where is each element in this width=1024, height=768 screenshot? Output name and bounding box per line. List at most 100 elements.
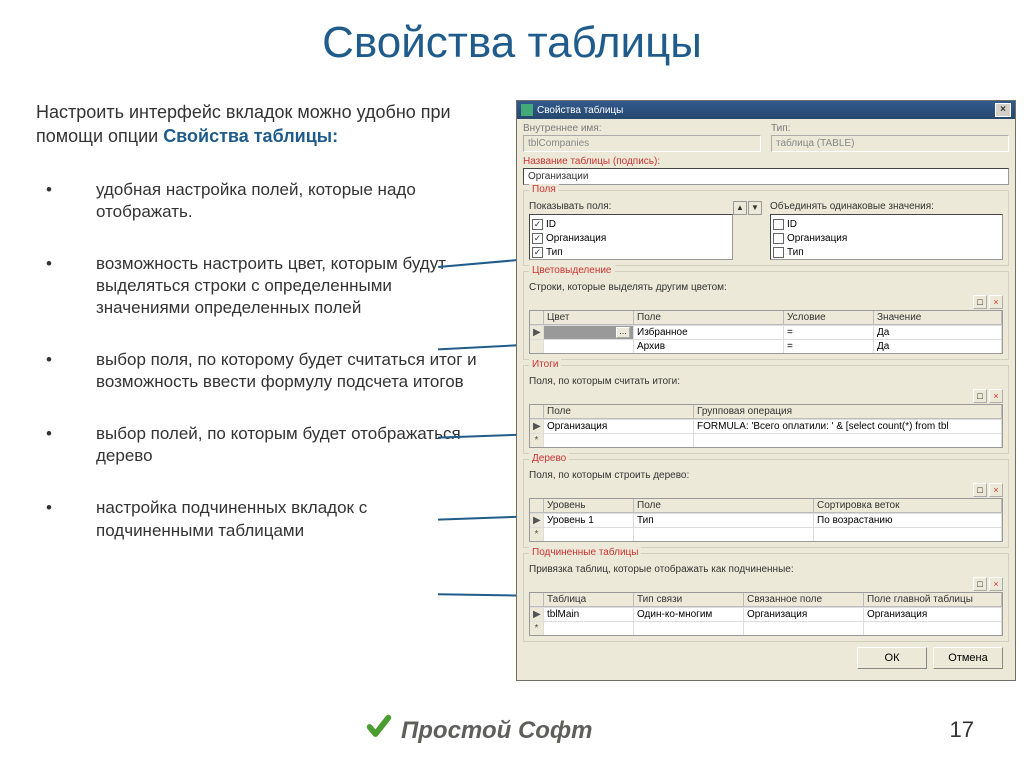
bullet-item: выбор поля, по которому будет считаться … [36,349,486,393]
delete-icon[interactable]: × [989,389,1003,403]
ok-button[interactable]: ОК [857,647,927,669]
slide-title: Свойства таблицы [0,0,1024,68]
cell[interactable]: FORMULA: 'Всего оплатили: ' & [select co… [694,420,1002,433]
group-title-color: Цветовыделение [529,265,615,276]
check-label: Организация [787,233,847,244]
group-fields: Поля Показывать поля: ▲▼ ✓ID ✓Организаци… [523,190,1009,266]
delete-icon[interactable]: × [989,577,1003,591]
group-title-totals: Итоги [529,359,561,370]
checkbox[interactable]: ✓ [532,233,543,244]
move-up-icon[interactable]: ▲ [733,201,747,215]
check-label: Тип [546,247,563,258]
col-rel: Тип связи [634,593,744,606]
bullet-item: удобная настройка полей, которые надо от… [36,179,486,223]
label-caption: Название таблицы (подпись): [523,156,1009,167]
col-cond: Условие [784,311,874,324]
checkbox[interactable] [773,219,784,230]
expand-icon[interactable]: □ [973,483,987,497]
label-totals: Поля, по которым считать итоги: [529,376,1003,387]
move-down-icon[interactable]: ▼ [748,201,762,215]
field-inner-name: tblCompanies [523,135,761,152]
intro-highlight: Свойства таблицы: [163,126,338,146]
bullet-item: выбор полей, по которым будет отображать… [36,423,486,467]
check-label: Тип [787,247,804,258]
footer-logo: Простой Софт [365,713,593,748]
intro-text: Настроить интерфейс вкладок можно удобно… [36,100,486,149]
expand-icon[interactable]: □ [973,295,987,309]
grid-tree[interactable]: Уровень Поле Сортировка веток ▶ Уровень … [529,498,1003,542]
group-title-tree: Дерево [529,453,569,464]
col-linked: Связанное поле [744,593,864,606]
group-title-sub: Подчиненные таблицы [529,547,641,558]
color-picker-icon[interactable]: … [616,327,630,338]
col-field: Поле [634,499,814,512]
field-caption[interactable]: Организации [523,168,1009,185]
col-table: Таблица [544,593,634,606]
col-field: Поле [544,405,694,418]
cell[interactable]: Архив [634,340,784,353]
titlebar: Свойства таблицы × [517,101,1015,119]
group-tree: Дерево Поля, по которым строить дерево: … [523,459,1009,548]
cell[interactable]: = [784,340,874,353]
grid-totals[interactable]: Поле Групповая операция ▶ Организация FO… [529,404,1003,448]
cell[interactable]: Организация [544,420,694,433]
label-merge: Объединять одинаковые значения: [770,201,1003,212]
cell[interactable]: Избранное [634,326,784,339]
checklist-show[interactable]: ✓ID ✓Организация ✓Тип [529,214,733,260]
cell[interactable]: По возрастанию [814,514,1002,527]
label-inner-name: Внутреннее имя: [523,123,761,134]
checklist-merge[interactable]: ID Организация Тип [770,214,1003,260]
cancel-button[interactable]: Отмена [933,647,1003,669]
col-main: Поле главной таблицы [864,593,1002,606]
label-type: Тип: [771,123,1009,134]
grid-sub[interactable]: Таблица Тип связи Связанное поле Поле гл… [529,592,1003,636]
check-label: Организация [546,233,606,244]
col-op: Групповая операция [694,405,1002,418]
checkbox[interactable] [773,233,784,244]
group-totals: Итоги Поля, по которым считать итоги: □×… [523,365,1009,454]
page-number: 17 [950,717,974,743]
bullet-item: настройка подчиненных вкладок с подчинен… [36,497,486,541]
checkbox[interactable]: ✓ [532,247,543,258]
delete-icon[interactable]: × [989,483,1003,497]
check-label: ID [546,219,556,230]
cell[interactable]: = [784,326,874,339]
label-tree: Поля, по которым строить дерево: [529,470,1003,481]
cell[interactable]: Организация [864,608,1002,621]
expand-icon[interactable]: □ [973,577,987,591]
bullet-list: удобная настройка полей, которые надо от… [36,179,486,542]
cell[interactable]: Уровень 1 [544,514,634,527]
cell[interactable]: Один-ко-многим [634,608,744,621]
group-subtables: Подчиненные таблицы Привязка таблиц, кот… [523,553,1009,642]
app-icon [521,104,533,116]
col-level: Уровень [544,499,634,512]
group-title-fields: Поля [529,184,559,195]
expand-icon[interactable]: □ [973,389,987,403]
group-color: Цветовыделение Строки, которые выделять … [523,271,1009,360]
cell[interactable]: Да [874,326,1002,339]
check-icon [365,713,393,748]
left-column: Настроить интерфейс вкладок можно удобно… [36,100,486,572]
bullet-item: возможность настроить цвет, которым буду… [36,253,486,319]
checkbox[interactable]: ✓ [532,219,543,230]
label-show-fields: Показывать поля: [529,201,611,212]
col-sort: Сортировка веток [814,499,1002,512]
check-label: ID [787,219,797,230]
delete-icon[interactable]: × [989,295,1003,309]
cell[interactable]: Тип [634,514,814,527]
grid-color[interactable]: Цвет Поле Условие Значение ▶ … Избранное… [529,310,1003,354]
cell[interactable]: Да [874,340,1002,353]
cell[interactable]: Организация [744,608,864,621]
field-type: таблица (TABLE) [771,135,1009,152]
col-field: Поле [634,311,784,324]
properties-dialog: Свойства таблицы × Внутреннее имя: tblCo… [516,100,1016,681]
label-color-rows: Строки, которые выделять другим цветом: [529,282,1003,293]
cell[interactable]: tblMain [544,608,634,621]
close-icon[interactable]: × [995,103,1011,117]
col-color: Цвет [544,311,634,324]
dialog-title: Свойства таблицы [537,105,623,116]
col-value: Значение [874,311,1002,324]
footer-text: Простой Софт [401,717,593,745]
checkbox[interactable] [773,247,784,258]
label-sub: Привязка таблиц, которые отображать как … [529,564,1003,575]
